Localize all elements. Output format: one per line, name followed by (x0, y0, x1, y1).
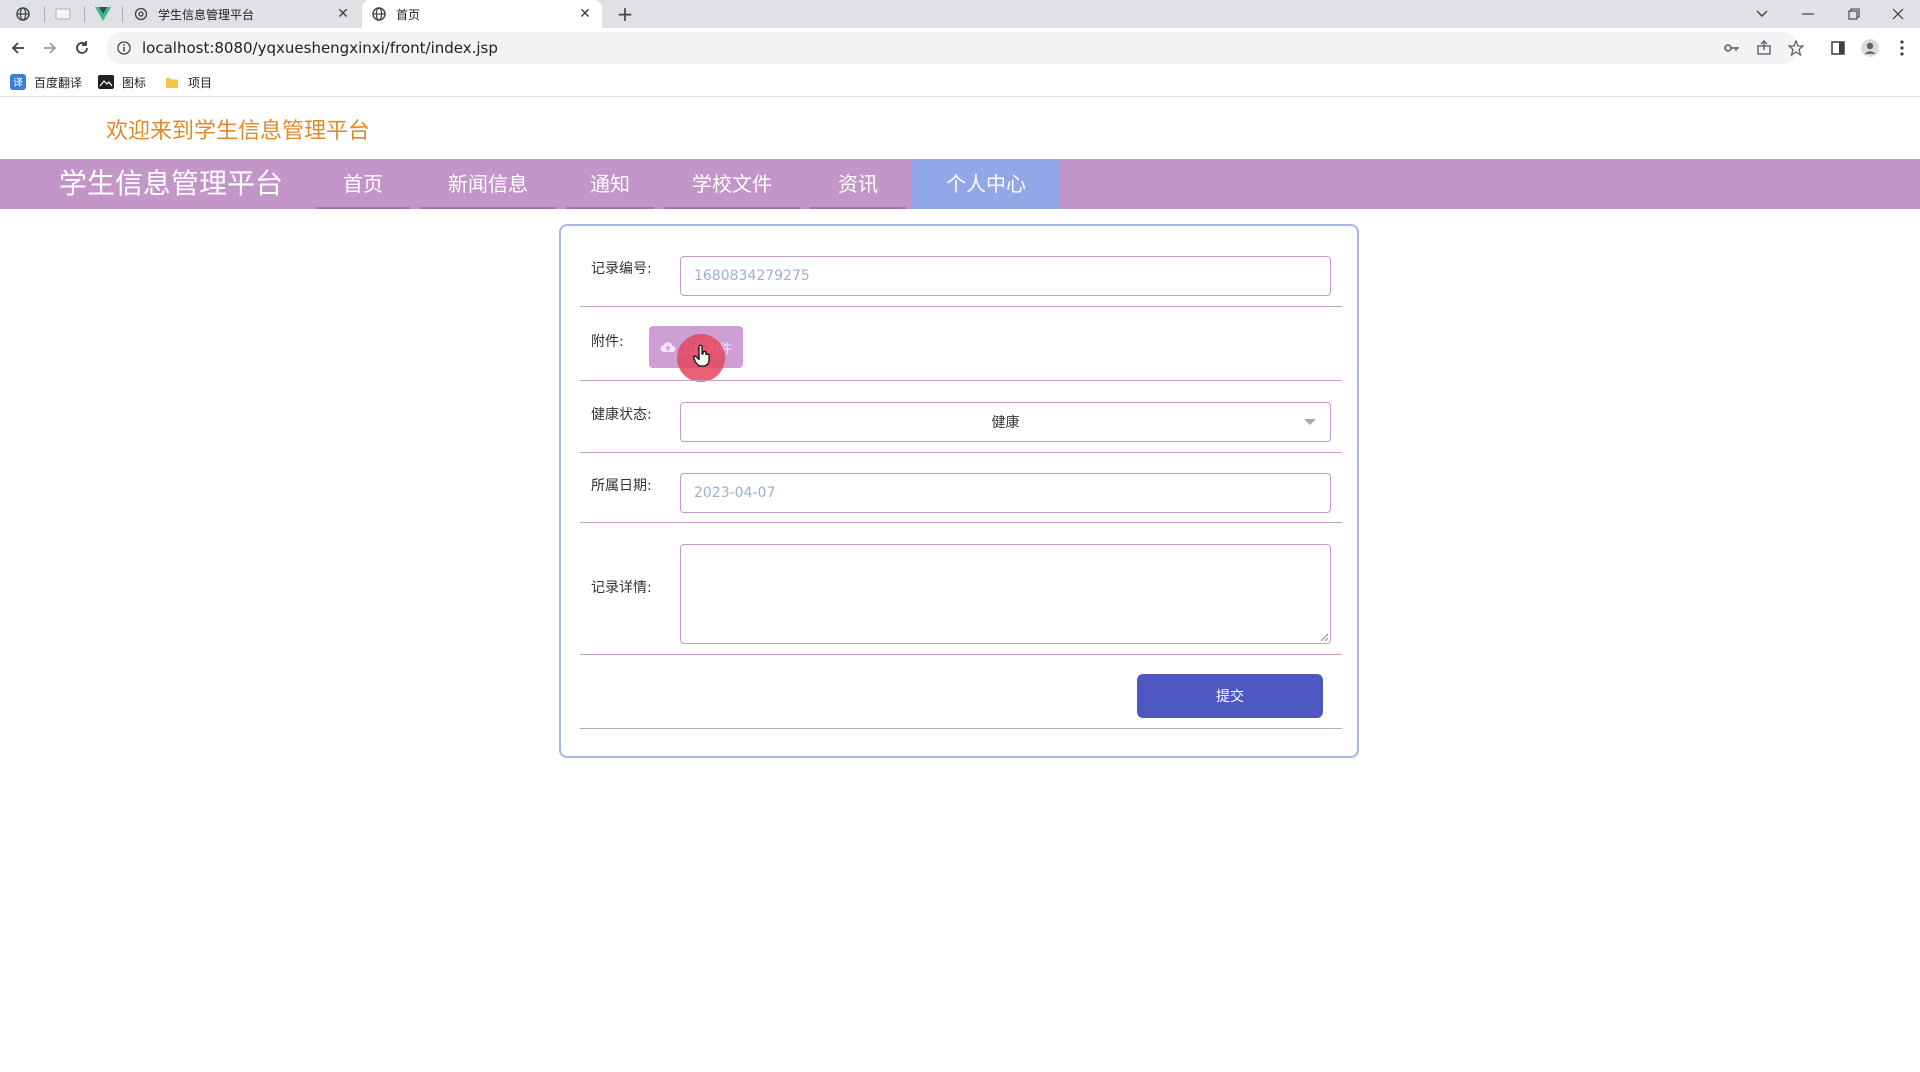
welcome-text: 欢迎来到学生信息管理平台 (106, 119, 371, 144)
bookmark-project-folder[interactable]: 项目 (164, 72, 212, 92)
site-brand: 学生信息管理平台 (59, 167, 284, 200)
profile-avatar-icon[interactable] (1856, 34, 1884, 62)
resize-handle-icon[interactable] (1320, 633, 1328, 641)
date-value: 2023-04-07 (694, 485, 776, 501)
close-tab-icon[interactable]: ✕ (334, 5, 352, 23)
nav-label: 个人中心 (946, 172, 1026, 196)
date-input[interactable]: 2023-04-07 (680, 473, 1331, 513)
pinned-tab-globe[interactable] (8, 4, 38, 24)
nav-label: 通知 (590, 172, 630, 196)
tab-separator (44, 6, 45, 22)
health-status-value: 健康 (991, 415, 1020, 431)
health-status-select[interactable]: 健康 (680, 402, 1331, 442)
detail-label: 记录详情: (591, 580, 652, 596)
attachment-label: 附件: (591, 334, 624, 350)
share-icon[interactable] (1750, 34, 1778, 62)
more-menu-icon[interactable] (1888, 34, 1916, 62)
form-divider (580, 306, 1342, 307)
main-navbar: 学生信息管理平台 首页 新闻信息 通知 学校文件 资讯 个人中心 (0, 159, 1920, 209)
bookmark-baidu-translate[interactable]: 译 百度翻译 (10, 72, 82, 92)
form-divider (580, 452, 1342, 453)
svg-text:译: 译 (13, 77, 23, 89)
nav-label: 首页 (343, 172, 383, 196)
globe-icon (16, 7, 30, 21)
tab-student-platform[interactable]: 学生信息管理平台 ✕ (124, 0, 360, 28)
close-tab-icon[interactable]: ✕ (576, 5, 594, 23)
form-divider (580, 654, 1342, 655)
folder-icon (164, 74, 180, 90)
image-bookmark-icon (98, 74, 114, 90)
nav-underline (810, 207, 906, 209)
form-divider (580, 380, 1342, 381)
record-no-label: 记录编号: (591, 261, 652, 277)
nav-notice[interactable]: 通知 (562, 159, 658, 209)
bookmarks-bar: 译 百度翻译 图标 项目 (0, 68, 1920, 97)
nav-personal-center[interactable]: 个人中心 (912, 159, 1060, 209)
tab-separator (84, 6, 85, 22)
url-bar[interactable]: localhost:8080/yqxueshengxinxi/front/ind… (106, 32, 1798, 64)
restore-icon[interactable] (1832, 0, 1876, 28)
hand-cursor-icon (692, 344, 710, 367)
nav-news[interactable]: 新闻信息 (416, 159, 560, 209)
globe-icon (372, 7, 386, 21)
bookmark-icons[interactable]: 图标 (98, 72, 146, 92)
tab-separator (122, 6, 123, 22)
health-status-label: 健康状态: (591, 407, 652, 423)
url-text: localhost:8080/yqxueshengxinxi/front/ind… (142, 39, 498, 57)
bookmark-label: 图标 (122, 75, 147, 90)
forward-icon[interactable] (36, 34, 64, 62)
nav-label: 资讯 (838, 172, 878, 196)
form-divider (580, 522, 1342, 523)
side-panel-icon[interactable] (1824, 34, 1852, 62)
tab-search-icon[interactable] (1740, 0, 1784, 28)
chevron-down-icon (1304, 419, 1316, 425)
tab-home[interactable]: 首页 ✕ (362, 0, 602, 28)
detail-textarea[interactable] (680, 544, 1331, 644)
bookmark-label: 项目 (188, 75, 213, 90)
nav-info[interactable]: 资讯 (806, 159, 910, 209)
date-label: 所属日期: (591, 478, 652, 494)
reload-icon[interactable] (68, 34, 96, 62)
nav-school-files[interactable]: 学校文件 (660, 159, 804, 209)
new-tab-button[interactable]: + (614, 2, 636, 26)
record-no-value: 1680834279275 (694, 268, 810, 284)
health-record-form: 记录编号: 1680834279275 附件: 上传附件 健康状态: 健康 所属… (559, 224, 1359, 758)
submit-label: 提交 (1216, 689, 1244, 705)
settings-favicon-icon (134, 7, 148, 21)
form-divider (580, 728, 1342, 729)
bookmark-label: 百度翻译 (34, 75, 83, 90)
site-info-icon[interactable] (116, 40, 132, 56)
nav-underline (420, 207, 556, 209)
tab-title: 首页 (396, 7, 421, 22)
nav-underline (316, 207, 410, 209)
nav-home[interactable]: 首页 (312, 159, 414, 209)
bookmark-star-icon[interactable] (1782, 34, 1810, 62)
nav-underline (664, 207, 800, 209)
vue-logo-icon (95, 7, 111, 21)
submit-button[interactable]: 提交 (1137, 674, 1323, 718)
minimize-icon[interactable] (1786, 0, 1830, 28)
nav-label: 学校文件 (692, 172, 772, 196)
browser-tab-strip: 学生信息管理平台 ✕ 首页 ✕ + (0, 0, 1920, 28)
translate-icon: 译 (10, 74, 26, 90)
tab-title: 学生信息管理平台 (158, 7, 255, 22)
blank-page-icon (55, 8, 71, 20)
close-window-icon[interactable] (1876, 0, 1920, 28)
cloud-upload-icon (660, 342, 676, 352)
record-no-input[interactable]: 1680834279275 (680, 256, 1331, 296)
back-icon[interactable] (4, 34, 32, 62)
pinned-tab-blank[interactable] (48, 4, 78, 24)
nav-label: 新闻信息 (448, 172, 528, 196)
pinned-tab-vue[interactable] (88, 4, 118, 24)
address-toolbar: localhost:8080/yqxueshengxinxi/front/ind… (0, 28, 1920, 68)
nav-underline (566, 207, 654, 209)
password-key-icon[interactable] (1718, 34, 1746, 62)
